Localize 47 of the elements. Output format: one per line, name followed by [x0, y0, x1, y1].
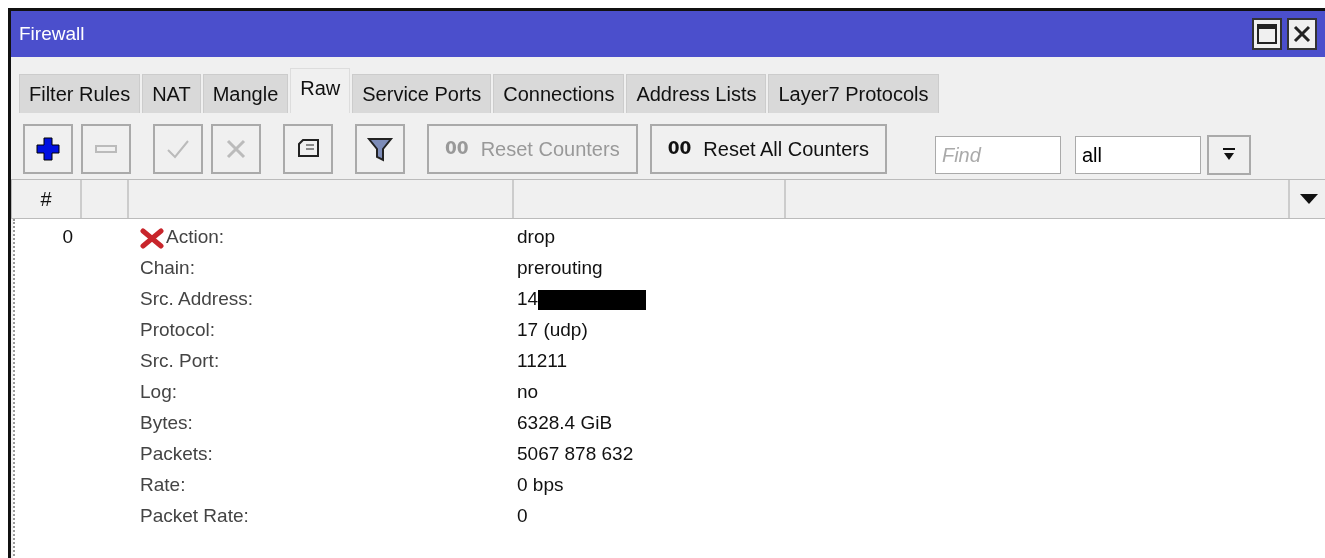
field-label: Log: — [140, 380, 177, 405]
maximize-button[interactable] — [1252, 18, 1282, 50]
field-label: Bytes: — [140, 411, 193, 436]
field-label: Chain: — [140, 256, 195, 281]
field-value: drop — [517, 225, 556, 250]
tab[interactable]: NAT — [142, 74, 201, 113]
comment-button[interactable] — [283, 124, 333, 174]
field-value: 11211 — [517, 349, 567, 374]
filter-select[interactable]: all — [1074, 136, 1201, 174]
field-value: 0 — [517, 504, 528, 529]
tab[interactable]: Filter Rules — [19, 74, 141, 113]
plus-icon — [34, 135, 62, 163]
field-value: 14 — [517, 287, 539, 312]
tab[interactable]: Service Ports — [352, 74, 492, 113]
field-value: 0 bps — [517, 473, 564, 498]
dropdown-button[interactable] — [1206, 135, 1251, 175]
tab[interactable]: Mangle — [202, 74, 289, 113]
field-value: 5067 878 632 — [517, 442, 634, 467]
field-label: Src. Port: — [140, 349, 220, 374]
dropdown-arrow-icon — [1300, 194, 1318, 204]
field-label: Rate: — [140, 473, 186, 498]
close-button[interactable] — [1287, 18, 1317, 50]
collapse-arrow-icon — [1221, 148, 1236, 162]
field-label: Packets: — [140, 442, 213, 467]
row-number: 0 — [62, 225, 73, 250]
field-label: Src. Address: — [140, 287, 253, 312]
field-value: 6328.4 GiB — [517, 411, 613, 436]
filter-icon — [366, 135, 394, 163]
add-button[interactable] — [23, 124, 73, 174]
field-value: no — [517, 380, 539, 405]
close-icon — [1293, 25, 1311, 43]
tab[interactable]: Connections — [493, 74, 625, 113]
field-value: prerouting — [517, 256, 603, 281]
find-field[interactable]: Find — [934, 136, 1061, 174]
tab[interactable]: Address Lists — [626, 74, 767, 113]
field-label: Action: — [166, 225, 225, 250]
tab[interactable]: Layer7 Protocols — [768, 74, 939, 113]
window-title: Firewall — [19, 21, 85, 46]
reset-counters-button[interactable]: 00 Reset All Counters — [649, 124, 887, 174]
x-icon — [140, 226, 164, 249]
maximize-icon — [1257, 24, 1277, 44]
field-value: 17 (udp) — [517, 318, 588, 343]
minus-icon — [95, 145, 117, 153]
tab[interactable]: Raw — [290, 68, 351, 113]
field-label: Packet Rate: — [140, 504, 249, 529]
filter-button[interactable] — [355, 124, 405, 174]
field-label: Protocol: — [140, 318, 215, 343]
